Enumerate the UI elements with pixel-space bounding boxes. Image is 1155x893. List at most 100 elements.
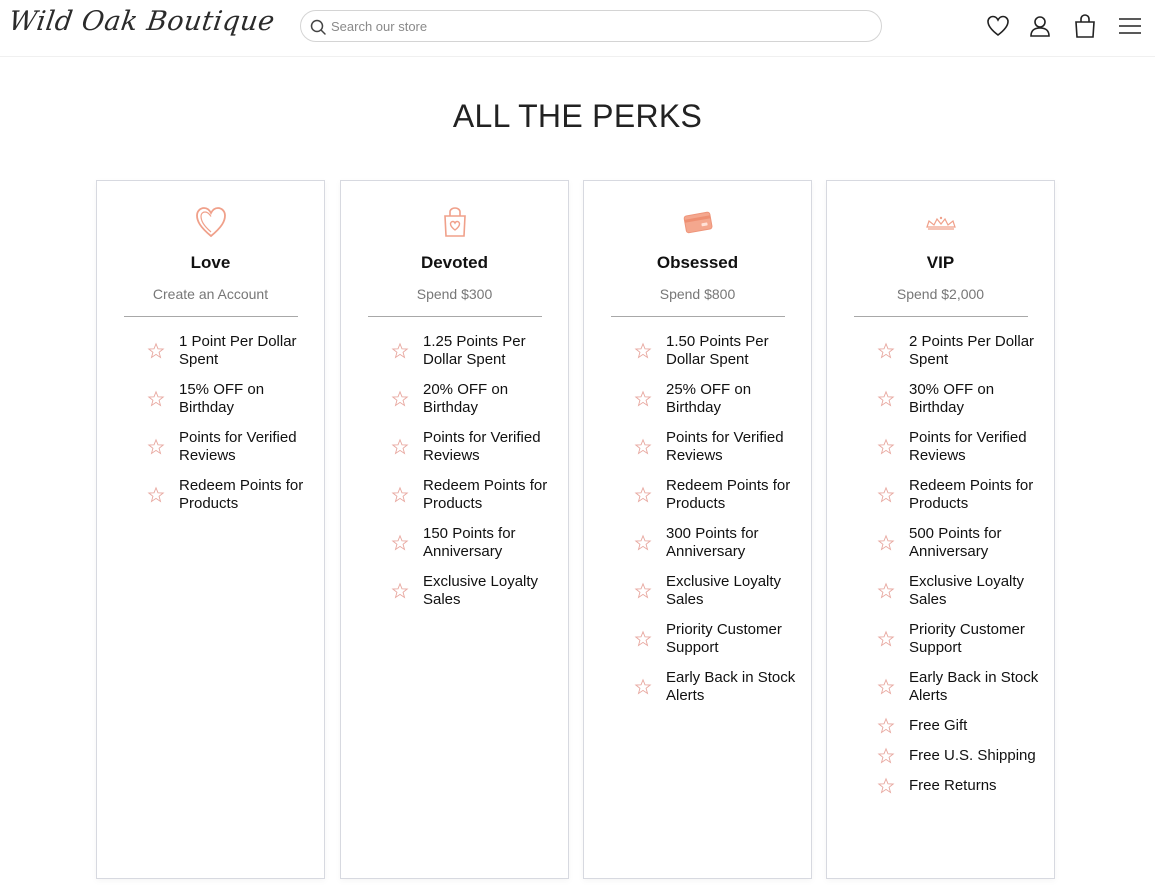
perk-item: 2 Points Per Dollar Spent (877, 333, 1047, 369)
credit-card-icon (683, 211, 712, 234)
cart-bag-icon[interactable] (1072, 13, 1098, 39)
tier-name: Love (190, 253, 231, 272)
star-icon (877, 534, 895, 551)
perk-item: Free Returns (877, 777, 1047, 795)
star-icon (877, 582, 895, 599)
perk-text: Early Back in Stock Alerts (666, 669, 796, 704)
divider (368, 316, 542, 317)
perk-item: Exclusive Loyalty Sales (391, 573, 561, 609)
perk-item: Points for Verified Reviews (634, 429, 804, 465)
perk-text: Free U.S. Shipping (909, 747, 1036, 764)
perk-item: 25% OFF on Birthday (634, 381, 804, 417)
star-icon (877, 630, 895, 647)
perk-item: Redeem Points for Products (147, 477, 317, 513)
perk-item: Free Gift (877, 717, 1047, 735)
star-icon (634, 582, 652, 599)
star-icon (391, 582, 409, 599)
perk-item: 500 Points for Anniversary (877, 525, 1047, 561)
tier-name: VIP (926, 253, 955, 272)
search-bar[interactable] (300, 10, 882, 42)
tier-card-obsessed: Obsessed Spend $800 1.50 Points Per Doll… (583, 180, 812, 879)
perk-item: Exclusive Loyalty Sales (877, 573, 1047, 609)
perk-text: Exclusive Loyalty Sales (423, 573, 539, 608)
perk-text: 30% OFF on Birthday (909, 381, 995, 416)
tier-card-vip: VIP Spend $2,000 2 Points Per Dollar Spe… (826, 180, 1055, 879)
perk-item: Points for Verified Reviews (391, 429, 561, 465)
perk-item: Points for Verified Reviews (147, 429, 317, 465)
star-icon (391, 342, 409, 359)
perk-item: Priority Customer Support (634, 621, 804, 657)
perk-text: 20% OFF on Birthday (423, 381, 509, 416)
perk-text: 2 Points Per Dollar Spent (909, 333, 1035, 368)
perk-list: 2 Points Per Dollar Spent 30% OFF on Birt… (877, 333, 1047, 807)
perk-item: Early Back in Stock Alerts (634, 669, 804, 705)
star-icon (147, 438, 165, 455)
star-icon (877, 678, 895, 695)
perk-text: Exclusive Loyalty Sales (666, 573, 782, 608)
star-icon (391, 486, 409, 503)
menu-hamburger-icon[interactable] (1117, 13, 1143, 39)
perk-item: 1.25 Points Per Dollar Spent (391, 333, 561, 369)
perk-item: 1 Point Per Dollar Spent (147, 333, 317, 369)
brand-logo[interactable]: Wild Oak Boutique (7, 6, 277, 37)
perk-text: 15% OFF on Birthday (179, 381, 265, 416)
perk-item: Points for Verified Reviews (877, 429, 1047, 465)
perk-text: Priority Customer Support (909, 621, 1025, 656)
perk-item: Redeem Points for Products (877, 477, 1047, 513)
perk-text: 1.50 Points Per Dollar Spent (666, 333, 769, 368)
tier-requirement: Create an Account (152, 286, 269, 302)
perk-list: 1.25 Points Per Dollar Spent 20% OFF on B… (391, 333, 561, 621)
perk-text: 25% OFF on Birthday (666, 381, 752, 416)
perk-item: Exclusive Loyalty Sales (634, 573, 804, 609)
star-icon (391, 438, 409, 455)
perk-text: Points for Verified Reviews (909, 429, 1027, 464)
star-icon (391, 390, 409, 407)
tier-requirement: Spend $800 (659, 286, 736, 302)
perk-text: Priority Customer Support (666, 621, 782, 656)
perk-text: Redeem Points for Products (179, 477, 304, 512)
tier-name: Devoted (420, 253, 489, 272)
perk-text: 1.25 Points Per Dollar Spent (423, 333, 526, 368)
star-icon (877, 342, 895, 359)
star-icon (877, 486, 895, 503)
star-icon (877, 717, 895, 734)
star-icon (877, 390, 895, 407)
star-icon (634, 678, 652, 695)
tier-requirement: Spend $300 (416, 286, 493, 302)
divider (124, 316, 298, 317)
perk-text: 1 Point Per Dollar Spent (179, 333, 297, 368)
star-icon (877, 747, 895, 764)
star-icon (634, 486, 652, 503)
perk-text: Free Gift (909, 717, 968, 734)
shopping-bag-icon (443, 207, 466, 237)
tier-requirement: Spend $2,000 (896, 286, 985, 302)
star-icon (634, 438, 652, 455)
perk-text: Exclusive Loyalty Sales (909, 573, 1025, 608)
perk-item: Free U.S. Shipping (877, 747, 1047, 765)
site-header: Wild Oak Boutique (0, 0, 1155, 57)
perk-item: 30% OFF on Birthday (877, 381, 1047, 417)
perk-item: Redeem Points for Products (634, 477, 804, 513)
heart-icon (195, 207, 226, 238)
account-icon[interactable] (1027, 13, 1053, 39)
perk-text: 500 Points for Anniversary (909, 525, 1002, 560)
tier-card-devoted: Devoted Spend $300 1.25 Points Per Dolla… (340, 180, 569, 879)
perk-item: 1.50 Points Per Dollar Spent (634, 333, 804, 369)
perk-text: 300 Points for Anniversary (666, 525, 759, 560)
star-icon (634, 390, 652, 407)
perk-text: Redeem Points for Products (909, 477, 1034, 512)
perk-item: 15% OFF on Birthday (147, 381, 317, 417)
tier-card-love: Love Create an Account 1 Point Per Dolla… (96, 180, 325, 879)
divider (854, 316, 1028, 317)
tier-name: Obsessed (656, 253, 739, 272)
perk-text: 150 Points for Anniversary (423, 525, 516, 560)
wishlist-heart-icon[interactable] (985, 13, 1011, 39)
perk-item: 150 Points for Anniversary (391, 525, 561, 561)
perk-item: Priority Customer Support (877, 621, 1047, 657)
search-icon[interactable] (309, 18, 327, 36)
perk-list: 1 Point Per Dollar Spent 15% OFF on Birth… (147, 333, 317, 525)
crown-icon (925, 216, 956, 230)
search-input[interactable] (331, 15, 871, 37)
star-icon (391, 534, 409, 551)
star-icon (147, 342, 165, 359)
